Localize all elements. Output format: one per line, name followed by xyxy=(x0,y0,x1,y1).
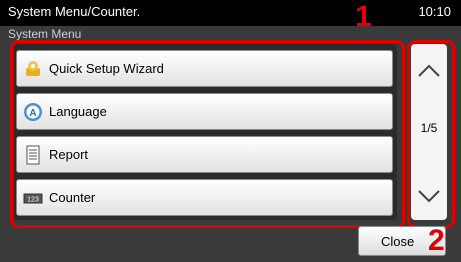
callout-box-menu xyxy=(10,40,405,228)
window-title: System Menu/Counter. xyxy=(8,4,141,19)
callout-box-scroll xyxy=(407,40,455,228)
clock: 10:10 xyxy=(418,4,451,19)
callout-number-2: 2 xyxy=(428,224,445,257)
titlebar: System Menu/Counter. 10:10 xyxy=(0,0,461,26)
callout-number-1: 1 xyxy=(355,0,372,33)
close-label: Close xyxy=(381,234,415,249)
screen-subtitle: System Menu xyxy=(8,27,82,41)
screen: System Menu/Counter. 10:10 System Menu Q… xyxy=(0,0,461,262)
